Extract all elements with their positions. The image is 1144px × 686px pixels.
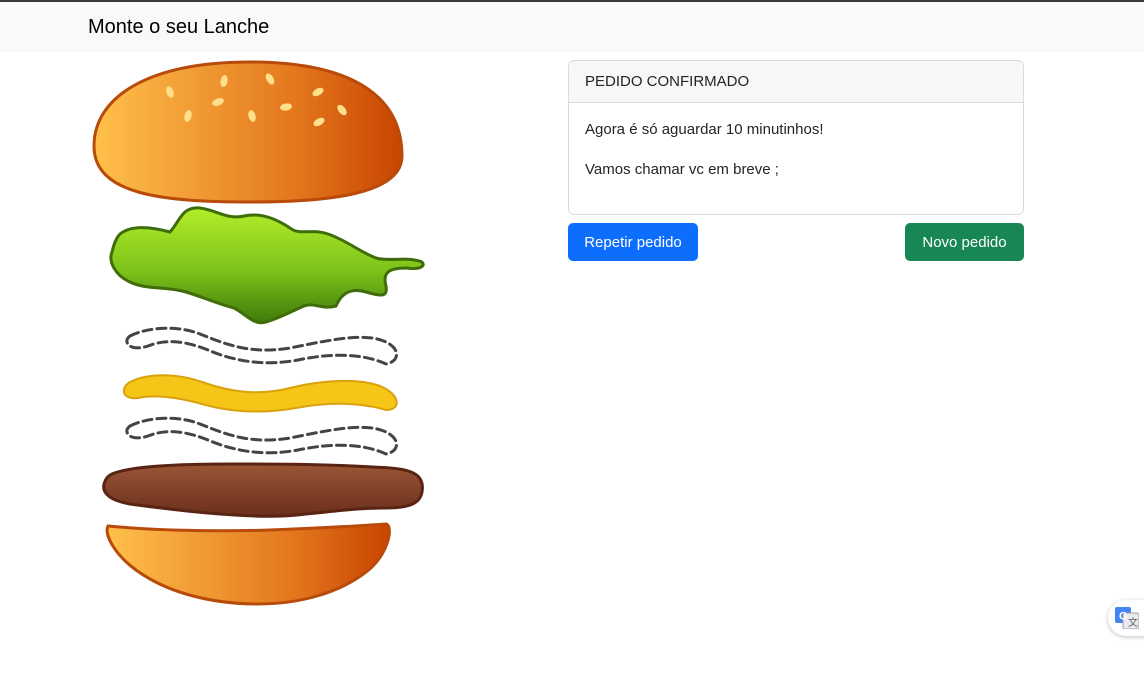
top-bun [92,60,404,204]
card-body: Agora é só aguardar 10 minutinhos! Vamos… [569,103,1023,214]
bottom-bun [105,522,391,606]
translate-widget[interactable]: G 文 [1108,600,1144,636]
patty [102,462,424,518]
wait-message: Agora é só aguardar 10 minutinhos! [585,121,824,138]
onion-slice-bottom [125,416,398,456]
onion-slice-top [125,326,398,366]
svg-text:文: 文 [1128,616,1138,629]
repeat-order-button[interactable]: Repetir pedido [568,223,698,261]
card-header: PEDIDO CONFIRMADO [569,61,1023,103]
navbar: Monte o seu Lanche [0,2,1144,52]
lettuce [109,206,425,325]
mustard [122,374,398,413]
svg-text:G: G [1119,611,1128,623]
burger-illustration [92,60,425,606]
new-order-button[interactable]: Novo pedido [905,223,1024,261]
google-translate-icon: G 文 [1115,607,1139,629]
navbar-brand[interactable]: Monte o seu Lanche [88,16,269,39]
call-message: Vamos chamar vc em breve ; [585,161,779,178]
order-confirmation-card: PEDIDO CONFIRMADO Agora é só aguardar 10… [568,60,1024,215]
